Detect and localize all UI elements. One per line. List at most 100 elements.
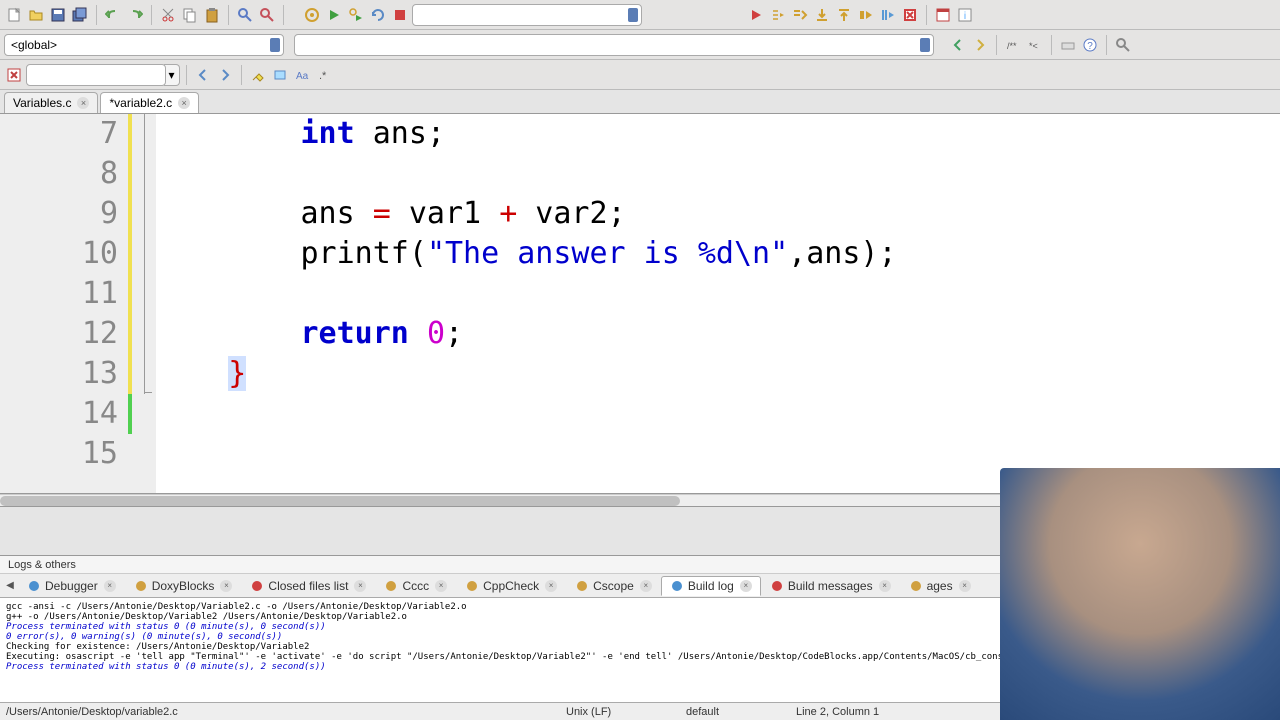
close-icon[interactable]: ×	[545, 580, 557, 592]
step-instr-icon[interactable]	[878, 5, 898, 25]
log-tab[interactable]: DoxyBlocks×	[125, 576, 242, 596]
code-line[interactable]	[156, 154, 1280, 194]
paste-icon[interactable]	[202, 5, 222, 25]
code-line[interactable]: printf("The answer is %d\n",ans);	[156, 234, 1280, 274]
new-file-icon[interactable]	[4, 5, 24, 25]
main-toolbar: i	[0, 0, 1280, 30]
regex-icon[interactable]: .*	[314, 65, 334, 85]
close-icon[interactable]: ×	[77, 97, 89, 109]
clear-search-icon[interactable]	[4, 65, 24, 85]
search-dropdown-icon[interactable]: ▾	[164, 64, 180, 86]
search-next-icon[interactable]	[215, 65, 235, 85]
stop-debug-icon[interactable]	[900, 5, 920, 25]
code-line[interactable]	[156, 274, 1280, 314]
redo-icon[interactable]	[125, 5, 145, 25]
save-icon[interactable]	[48, 5, 68, 25]
status-filepath: /Users/Antonie/Desktop/variable2.c	[6, 706, 566, 718]
help-icon[interactable]: ?	[1080, 35, 1100, 55]
log-tab[interactable]: Build log×	[661, 576, 761, 596]
code-editor[interactable]: 789101112131415 int ans; ans = var1 + va…	[0, 114, 1280, 494]
find-icon[interactable]	[235, 5, 255, 25]
selection-only-icon[interactable]	[270, 65, 290, 85]
separator	[926, 5, 927, 25]
close-icon[interactable]: ×	[740, 580, 752, 592]
next-instr-icon[interactable]	[856, 5, 876, 25]
save-all-icon[interactable]	[70, 5, 90, 25]
info-icon[interactable]: i	[955, 5, 975, 25]
forward-icon[interactable]	[970, 35, 990, 55]
close-icon[interactable]: ×	[104, 580, 116, 592]
log-tab[interactable]: Cscope×	[566, 576, 661, 596]
log-tab[interactable]: Closed files list×	[241, 576, 375, 596]
build-run-icon[interactable]	[346, 5, 366, 25]
close-icon[interactable]: ×	[879, 580, 891, 592]
line-gutter: 789101112131415	[0, 114, 128, 493]
open-file-icon[interactable]	[26, 5, 46, 25]
debug-windows-icon[interactable]	[933, 5, 953, 25]
editor-tab[interactable]: *variable2.c ×	[100, 92, 199, 113]
symbol-dropdown[interactable]	[294, 34, 934, 56]
run-icon[interactable]	[324, 5, 344, 25]
separator	[1051, 35, 1052, 55]
build-icon[interactable]	[302, 5, 322, 25]
log-tab-icon	[250, 579, 264, 593]
status-mode: default	[686, 706, 796, 718]
build-target-dropdown[interactable]	[412, 4, 642, 26]
svg-text:/**: /**	[1007, 41, 1017, 51]
debug-continue-icon[interactable]	[746, 5, 766, 25]
step-out-icon[interactable]	[834, 5, 854, 25]
log-tab[interactable]: ages×	[900, 576, 980, 596]
copy-icon[interactable]	[180, 5, 200, 25]
svg-text:*<: *<	[1029, 41, 1038, 51]
highlight-icon[interactable]	[248, 65, 268, 85]
editor-tab[interactable]: Variables.c×	[4, 92, 98, 113]
log-tab[interactable]: Build messages×	[761, 576, 900, 596]
search-prev-icon[interactable]	[193, 65, 213, 85]
close-icon[interactable]: ×	[220, 580, 232, 592]
code-line[interactable]: }	[156, 354, 1280, 394]
log-tab-icon	[384, 579, 398, 593]
fold-strip[interactable]	[136, 114, 156, 493]
log-tab[interactable]: Cccc×	[375, 576, 456, 596]
tab-label: *variable2.c	[109, 96, 172, 110]
log-tab-icon	[465, 579, 479, 593]
logs-tabs-prev-icon[interactable]: ◀	[2, 576, 18, 596]
log-tab-icon	[770, 579, 784, 593]
step-into-icon[interactable]	[812, 5, 832, 25]
svg-text:.*: .*	[319, 70, 327, 82]
abort-icon[interactable]	[390, 5, 410, 25]
replace-icon[interactable]	[257, 5, 277, 25]
separator	[283, 5, 284, 25]
status-position: Line 2, Column 1	[796, 706, 916, 718]
code-content[interactable]: int ans; ans = var1 + var2; printf("The …	[156, 114, 1280, 493]
close-icon[interactable]: ×	[354, 580, 366, 592]
close-icon[interactable]: ×	[435, 580, 447, 592]
run-to-cursor-icon[interactable]	[768, 5, 788, 25]
editor-tabs: Variables.c× *variable2.c ×	[0, 90, 1280, 114]
cut-icon[interactable]	[158, 5, 178, 25]
back-icon[interactable]	[948, 35, 968, 55]
close-icon[interactable]: ×	[640, 580, 652, 592]
undo-icon[interactable]	[103, 5, 123, 25]
separator	[228, 5, 229, 25]
comment-block-icon[interactable]: /**	[1003, 35, 1023, 55]
match-case-icon[interactable]: Aa	[292, 65, 312, 85]
code-line[interactable]: int ans;	[156, 114, 1280, 154]
next-line-icon[interactable]	[790, 5, 810, 25]
log-tab[interactable]: Debugger×	[18, 576, 125, 596]
search-input[interactable]	[26, 64, 166, 86]
log-tab-icon	[27, 579, 41, 593]
search-tool-icon[interactable]	[1113, 35, 1133, 55]
separator	[241, 65, 242, 85]
code-line[interactable]	[156, 394, 1280, 434]
svg-text:?: ?	[1087, 41, 1093, 52]
scope-dropdown[interactable]: <global>	[4, 34, 284, 56]
code-line[interactable]: return 0;	[156, 314, 1280, 354]
code-line[interactable]: ans = var1 + var2;	[156, 194, 1280, 234]
doxy-run-icon[interactable]	[1058, 35, 1078, 55]
close-icon[interactable]: ×	[959, 580, 971, 592]
log-tab[interactable]: CppCheck×	[456, 576, 566, 596]
rebuild-icon[interactable]	[368, 5, 388, 25]
comment-line-icon[interactable]: *<	[1025, 35, 1045, 55]
close-icon[interactable]: ×	[178, 97, 190, 109]
